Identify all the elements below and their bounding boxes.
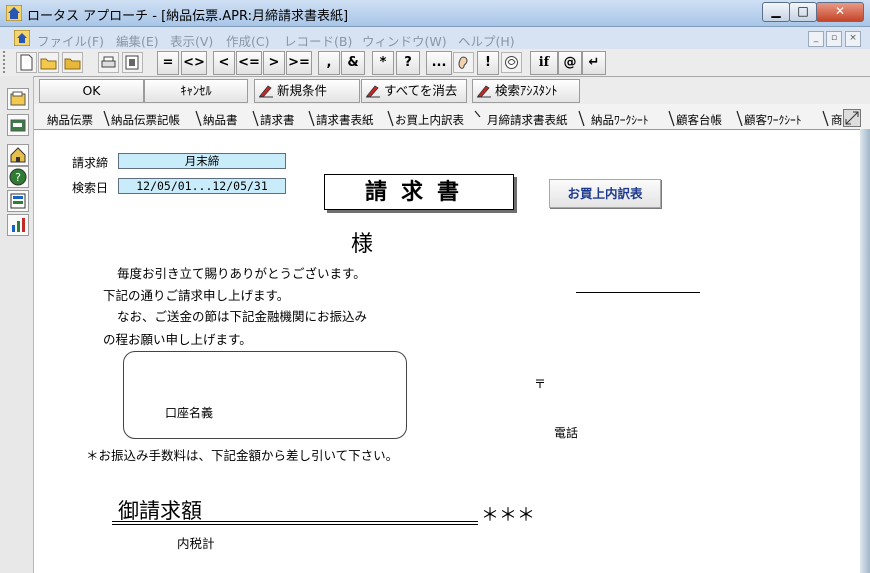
postal-mark: 〒: [534, 377, 547, 391]
search-date-field[interactable]: 12/05/01...12/05/31: [118, 178, 286, 194]
greeting-line-4: の程お願い申し上げます。: [103, 332, 252, 347]
find-action-bar: OK ｷｬﾝｾﾙ 新規条件 すべてを消去 検索ｱｼｽﾀﾝﾄ: [34, 77, 870, 104]
menu-create[interactable]: 作成(C): [226, 31, 269, 50]
close-button[interactable]: ✕: [816, 2, 864, 22]
mdi-restore-button[interactable]: ▫: [826, 31, 842, 47]
lotus-approach-app-icon[interactable]: [6, 5, 22, 21]
account-holder-label: 口座名義: [165, 406, 214, 420]
search-assistant-pen-icon: [477, 85, 491, 98]
design-mode-icon[interactable]: [7, 114, 29, 136]
company-name-underline: [576, 292, 700, 293]
minimize-button[interactable]: ▁: [762, 2, 790, 22]
menu-view[interactable]: 表示(V): [170, 31, 213, 50]
menu-help[interactable]: ヘルプ(H): [458, 31, 515, 50]
home-icon[interactable]: [7, 144, 29, 166]
new-condition-label: 新規条件: [277, 83, 328, 98]
document-title: 請求書: [324, 174, 514, 210]
tax-included-label: 内税計: [177, 536, 215, 551]
toolbar: = <> < <= > >= , & * ? ... ! if @ ↵: [0, 49, 870, 77]
sounds-like-ear-icon[interactable]: [453, 52, 474, 73]
billing-cutoff-label: 請求締: [72, 156, 109, 170]
billing-amount-value: ＊＊＊: [481, 505, 535, 526]
at-button[interactable]: @: [558, 51, 582, 75]
new-condition-pen-icon: [259, 85, 273, 98]
open-folder-icon[interactable]: [38, 52, 59, 73]
exclamation-button[interactable]: !: [477, 51, 499, 75]
ok-button[interactable]: OK: [39, 79, 144, 103]
clear-all-label: すべてを消去: [384, 83, 458, 98]
cancel-button[interactable]: ｷｬﾝｾﾙ: [144, 79, 248, 103]
browse-mode-icon[interactable]: [7, 88, 29, 110]
greeting-line-3: なお、ご送金の節は下記金融機関にお振込み: [117, 309, 368, 324]
menu-file[interactable]: ファイル(F): [37, 31, 104, 50]
ampersand-button[interactable]: &: [341, 51, 365, 75]
search-date-label: 検索日: [72, 181, 109, 195]
menu-edit[interactable]: 編集(E): [116, 31, 159, 50]
less-equal-button[interactable]: <=: [236, 51, 262, 75]
greeting-line-2: 下記の通りご請求申し上げます。: [103, 288, 290, 303]
greeting-line-1: 毎度お引き立て賜りありがとうございます。: [117, 266, 366, 281]
clear-all-pen-icon: [366, 85, 380, 98]
print-preview-icon[interactable]: [122, 52, 143, 73]
folder-icon[interactable]: [62, 52, 83, 73]
amount-underline-top: [112, 521, 478, 522]
if-button[interactable]: if: [530, 51, 558, 75]
phone-label: 電話: [554, 426, 579, 440]
less-than-button[interactable]: <: [213, 51, 235, 75]
menu-record[interactable]: レコード(B): [284, 31, 352, 50]
window-title: ロータス アプローチ - [納品伝票.APR:月締請求書表紙]: [27, 9, 349, 24]
mdi-close-button[interactable]: ×: [845, 31, 861, 47]
purchase-breakdown-button[interactable]: お買上内訳表: [549, 179, 661, 208]
search-assistant-button[interactable]: 検索ｱｼｽﾀﾝﾄ: [472, 79, 580, 103]
honorific-sama: 様: [351, 232, 374, 257]
greater-than-button[interactable]: >: [263, 51, 285, 75]
help-icon[interactable]: ?: [7, 166, 29, 188]
tab-separators: [103, 110, 829, 127]
document-app-icon[interactable]: [14, 30, 30, 46]
maximize-button[interactable]: □: [789, 2, 817, 22]
not-equal-button[interactable]: <>: [181, 51, 207, 75]
print-icon[interactable]: [98, 52, 119, 73]
smarticon-sidebar: ?: [0, 76, 34, 573]
menu-bar: ファイル(F) 編集(E) 表示(V) 作成(C) レコード(B) ウィンドウ(…: [0, 27, 870, 50]
amount-underline-bottom: [112, 524, 478, 525]
new-condition-button[interactable]: 新規条件: [254, 79, 360, 103]
mdi-minimize-button[interactable]: _: [808, 31, 824, 47]
search-assistant-label: 検索ｱｼｽﾀﾝﾄ: [495, 83, 558, 98]
equals-button[interactable]: =: [157, 51, 179, 75]
clear-all-button[interactable]: すべてを消去: [361, 79, 467, 103]
toolbar-grip[interactable]: [3, 51, 10, 73]
greater-equal-button[interactable]: >=: [286, 51, 312, 75]
svg-text:?: ?: [15, 171, 21, 184]
question-button[interactable]: ?: [396, 51, 420, 75]
asterisk-button[interactable]: *: [372, 51, 394, 75]
report-chart-icon[interactable]: [7, 214, 29, 236]
ellipsis-button[interactable]: ...: [426, 51, 452, 75]
bank-account-box: [123, 351, 407, 439]
window-edge: [860, 129, 870, 573]
enter-button[interactable]: ↵: [582, 51, 606, 75]
billing-cutoff-field[interactable]: 月末締: [118, 153, 286, 169]
window-titlebar[interactable]: ロータス アプローチ - [納品伝票.APR:月締請求書表紙] ▁ □ ✕: [0, 0, 870, 27]
macro-icon[interactable]: [501, 52, 522, 73]
transfer-fee-note: ＊お振込み手数料は、下記金額から差し引いて下さい。: [86, 448, 399, 463]
comma-button[interactable]: ,: [318, 51, 340, 75]
menu-window[interactable]: ウィンドウ(W): [362, 31, 447, 50]
new-file-icon[interactable]: [16, 52, 37, 73]
records-icon[interactable]: [7, 190, 29, 212]
